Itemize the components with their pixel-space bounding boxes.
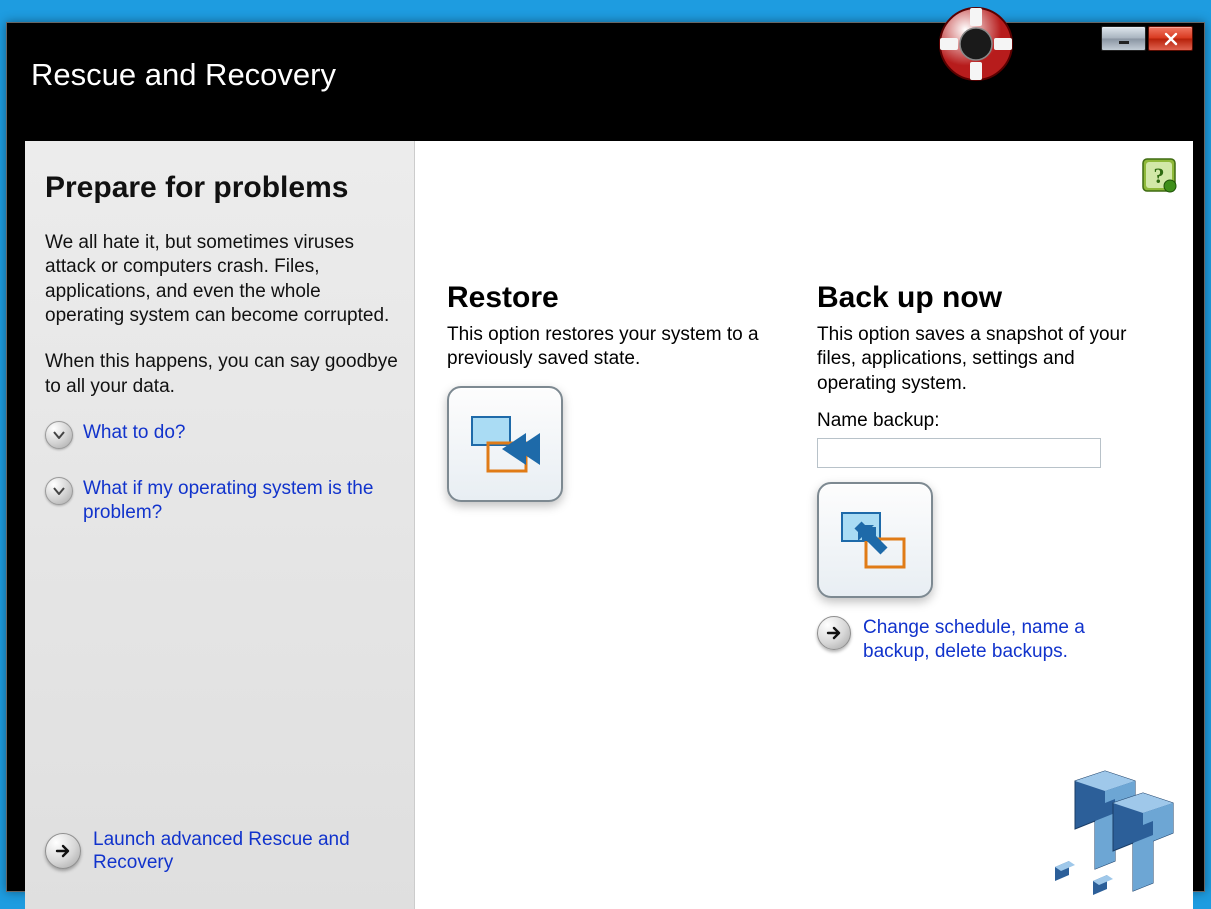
arrow-right-icon <box>817 616 851 650</box>
name-backup-label: Name backup: <box>817 410 1157 432</box>
app-title: Rescue and Recovery <box>7 23 1204 117</box>
restore-heading: Restore <box>447 281 787 315</box>
name-backup-input[interactable] <box>817 438 1101 468</box>
main-area: ? Restore This option restores your syst… <box>415 141 1193 909</box>
lifering-icon <box>936 4 1016 84</box>
sidebar-text-1: We all hate it, but sometimes viruses at… <box>45 231 398 328</box>
expander-what-to-do[interactable]: What to do? <box>45 421 398 449</box>
arrow-right-icon <box>45 833 81 869</box>
expander-os-problem[interactable]: What if my operating system is the probl… <box>45 477 398 525</box>
restore-icon <box>466 411 544 477</box>
restore-button[interactable] <box>447 386 563 502</box>
sidebar: Prepare for problems We all hate it, but… <box>25 141 415 909</box>
change-schedule-link[interactable]: Change schedule, name a backup, delete b… <box>863 616 1093 664</box>
backup-button[interactable] <box>817 482 933 598</box>
backup-heading: Back up now <box>817 281 1157 315</box>
backup-icon <box>836 507 914 573</box>
close-icon <box>1164 32 1178 46</box>
launch-advanced-link[interactable]: Launch advanced Rescue and Recovery <box>93 828 398 876</box>
minimize-icon <box>1117 32 1131 46</box>
svg-text:?: ? <box>1154 163 1165 188</box>
close-button[interactable] <box>1148 26 1193 51</box>
expander-label: What to do? <box>83 421 185 445</box>
sidebar-text-2: When this happens, you can say goodbye t… <box>45 350 398 399</box>
restore-column: Restore This option restores your system… <box>447 281 787 889</box>
expander-label: What if my operating system is the probl… <box>83 477 398 525</box>
sidebar-heading: Prepare for problems <box>45 171 398 205</box>
help-button[interactable]: ? <box>1141 157 1177 193</box>
brand-logo-icon <box>1045 757 1175 897</box>
restore-desc: This option restores your system to a pr… <box>447 323 787 372</box>
chevron-down-icon <box>45 477 73 505</box>
backup-desc: This option saves a snapshot of your fil… <box>817 323 1157 396</box>
chevron-down-icon <box>45 421 73 449</box>
minimize-button[interactable] <box>1101 26 1146 51</box>
